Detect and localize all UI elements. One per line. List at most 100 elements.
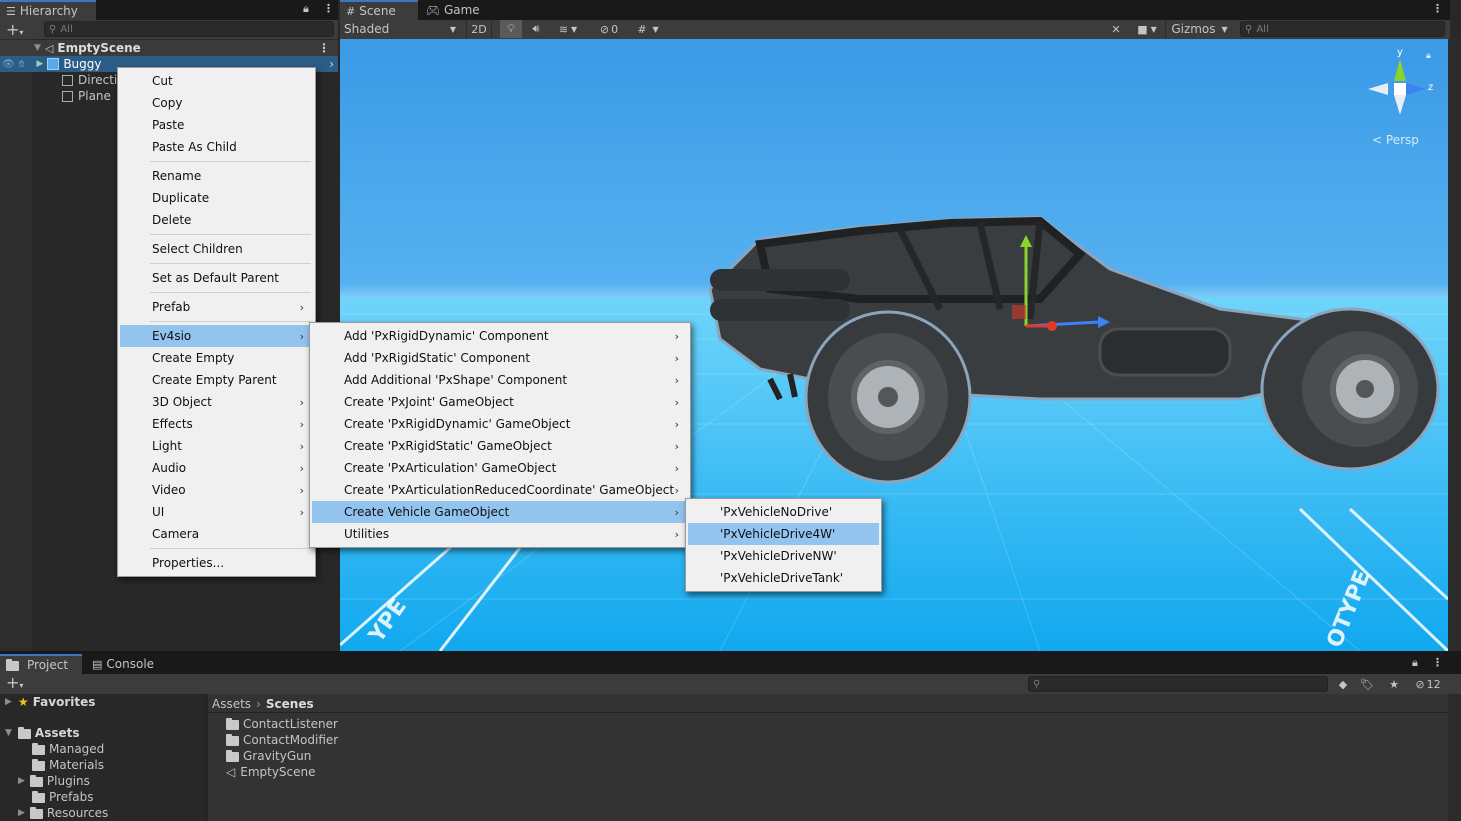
axis-gizmo-graphic bbox=[1368, 59, 1426, 115]
menu-item-create-empty[interactable]: Create Empty bbox=[120, 347, 313, 369]
file-item-contactlistener[interactable]: ContactListener bbox=[226, 716, 338, 732]
tab-hierarchy[interactable]: ☰ Hierarchy bbox=[0, 0, 96, 20]
gizmo-lock-icon[interactable]: 🔒︎ bbox=[1426, 51, 1431, 61]
file-item-emptyscene[interactable]: ◁ EmptyScene bbox=[226, 764, 316, 780]
scene-search-input[interactable]: ⚲ All bbox=[1240, 21, 1445, 37]
lock-icon[interactable]: 🔒︎ bbox=[1412, 657, 1418, 668]
hierarchy-search-input[interactable]: ⚲ All bbox=[44, 21, 334, 37]
menu-item-effects[interactable]: Effects › bbox=[120, 413, 313, 435]
expand-arrow-icon[interactable]: ▼ bbox=[34, 43, 41, 53]
lighting-toggle-button[interactable]: 💡︎ bbox=[500, 20, 522, 38]
breadcrumb-divider bbox=[208, 712, 1448, 713]
menu-item-set-default-parent[interactable]: Set as Default Parent bbox=[120, 267, 313, 289]
expand-arrow-icon[interactable]: ▶ bbox=[18, 808, 25, 818]
menu-item-create-pxrigidstatic[interactable]: Create 'PxRigidStatic' GameObject › bbox=[312, 435, 688, 457]
menu-item-add-pxshape-component[interactable]: Add Additional 'PxShape' Component › bbox=[312, 369, 688, 391]
menu-item-paste[interactable]: Paste bbox=[120, 114, 313, 136]
menu-item-cut[interactable]: Cut bbox=[120, 70, 313, 92]
grid-toggle-button[interactable]: # ▼ bbox=[628, 20, 668, 38]
menu-item-delete[interactable]: Delete bbox=[120, 209, 313, 231]
favorite-button[interactable]: ★ bbox=[1383, 675, 1405, 693]
open-prefab-arrow-icon[interactable]: › bbox=[329, 57, 334, 71]
tree-folder-resources[interactable]: ▶ Resources bbox=[18, 805, 108, 821]
menu-item-properties[interactable]: Properties... bbox=[120, 552, 313, 574]
pick-hand-icon[interactable]: ✋︎ bbox=[19, 59, 25, 70]
menu-item-utilities[interactable]: Utilities › bbox=[312, 523, 688, 545]
expand-arrow-icon[interactable]: ▶ bbox=[5, 697, 12, 707]
favorites-row[interactable]: ▶ ★ Favorites bbox=[0, 694, 95, 710]
kebab-menu-icon[interactable]: ⋮ bbox=[1432, 3, 1443, 14]
orientation-gizmo[interactable]: y z bbox=[1362, 47, 1438, 129]
menu-item-ev4sio[interactable]: Ev4sio › bbox=[120, 325, 313, 347]
effects-toggle-button[interactable]: ≋ ▼ bbox=[550, 20, 586, 38]
menu-item-create-pxarticulation-reduced[interactable]: Create 'PxArticulationReducedCoordinate'… bbox=[312, 479, 688, 501]
search-icon: ⚲ bbox=[49, 23, 57, 35]
projection-toggle[interactable]: < Persp bbox=[1372, 133, 1419, 147]
expand-arrow-icon[interactable]: ▶ bbox=[36, 59, 43, 69]
menu-item-video[interactable]: Video › bbox=[120, 479, 313, 501]
scene-scrollbar[interactable] bbox=[1448, 39, 1461, 651]
list-icon: ☰ bbox=[6, 4, 16, 18]
menu-item-pxvehicle-drivenw[interactable]: 'PxVehicleDriveNW' bbox=[688, 545, 879, 567]
file-item-label: ContactModifier bbox=[243, 733, 339, 747]
menu-item-pxvehicle-drivetank[interactable]: 'PxVehicleDriveTank' bbox=[688, 567, 879, 589]
menu-item-rename[interactable]: Rename bbox=[120, 165, 313, 187]
menu-item-pxvehicle-drive4w[interactable]: 'PxVehicleDrive4W' bbox=[688, 523, 879, 545]
camera-settings-button[interactable]: ■ ▼ bbox=[1130, 20, 1164, 38]
breadcrumb-scenes[interactable]: Scenes bbox=[266, 697, 314, 711]
tree-folder-materials[interactable]: Materials bbox=[32, 757, 104, 773]
visibility-eye-icon[interactable]: 👁︎ bbox=[2, 59, 15, 70]
menu-item-3d-object[interactable]: 3D Object › bbox=[120, 391, 313, 413]
menu-item-copy[interactable]: Copy bbox=[120, 92, 313, 114]
audio-toggle-button[interactable]: 🔊︎ bbox=[525, 20, 547, 38]
scene-menu-icon[interactable]: ⋮ bbox=[318, 41, 330, 55]
file-item-contactmodifier[interactable]: ContactModifier bbox=[226, 732, 338, 748]
tab-scene[interactable]: # Scene bbox=[340, 0, 418, 20]
menu-item-add-pxrigidstatic-component[interactable]: Add 'PxRigidStatic' Component › bbox=[312, 347, 688, 369]
tab-game[interactable]: 🎮︎ Game bbox=[420, 0, 480, 20]
tree-folder-plugins[interactable]: ▶ Plugins bbox=[18, 773, 90, 789]
kebab-menu-icon[interactable]: ⋮ bbox=[1432, 657, 1443, 668]
shading-mode-dropdown[interactable]: Shaded ▼ bbox=[340, 20, 462, 38]
expand-arrow-icon[interactable]: ▶ bbox=[18, 776, 25, 786]
file-item-gravitygun[interactable]: GravityGun bbox=[226, 748, 311, 764]
chevron-right-icon: › bbox=[674, 330, 679, 343]
filter-type-button[interactable]: ◆ bbox=[1332, 675, 1354, 693]
toggle-2d-button[interactable]: 2D bbox=[466, 20, 492, 38]
menu-item-audio[interactable]: Audio › bbox=[120, 457, 313, 479]
menu-item-add-pxrigiddynamic-component[interactable]: Add 'PxRigidDynamic' Component › bbox=[312, 325, 688, 347]
menu-item-create-pxjoint[interactable]: Create 'PxJoint' GameObject › bbox=[312, 391, 688, 413]
scene-root-row[interactable]: ▼ ◁ EmptyScene ⋮ bbox=[0, 40, 338, 56]
create-asset-button[interactable]: +▾ bbox=[6, 673, 23, 692]
menu-item-prefab[interactable]: Prefab › bbox=[120, 296, 313, 318]
menu-item-light[interactable]: Light › bbox=[120, 435, 313, 457]
tree-folder-prefabs[interactable]: Prefabs bbox=[32, 789, 94, 805]
hidden-objects-button[interactable]: ⊘ 0 bbox=[594, 20, 624, 38]
menu-item-create-vehicle[interactable]: Create Vehicle GameObject › bbox=[312, 501, 688, 523]
chevron-down-icon: ▼ bbox=[1221, 24, 1228, 34]
project-search-input[interactable]: ⚲ bbox=[1028, 676, 1328, 692]
tab-project[interactable]: Project bbox=[0, 654, 82, 674]
project-scrollbar[interactable] bbox=[1448, 694, 1461, 821]
menu-item-camera[interactable]: Camera bbox=[120, 523, 313, 545]
add-dropdown-button[interactable]: +▾ bbox=[6, 20, 23, 39]
menu-item-create-pxrigiddynamic[interactable]: Create 'PxRigidDynamic' GameObject › bbox=[312, 413, 688, 435]
kebab-menu-icon[interactable]: ⋮ bbox=[323, 3, 334, 14]
menu-item-select-children[interactable]: Select Children bbox=[120, 238, 313, 260]
menu-item-create-empty-parent[interactable]: Create Empty Parent bbox=[120, 369, 313, 391]
menu-item-ui[interactable]: UI › bbox=[120, 501, 313, 523]
hidden-packages-button[interactable]: ⊘ 12 bbox=[1410, 675, 1446, 693]
filter-label-button[interactable]: 🏷︎ bbox=[1356, 675, 1378, 693]
menu-item-duplicate[interactable]: Duplicate bbox=[120, 187, 313, 209]
expand-arrow-icon[interactable]: ▼ bbox=[5, 728, 12, 738]
menu-item-pxvehicle-nodrive[interactable]: 'PxVehicleNoDrive' bbox=[688, 501, 879, 523]
menu-item-create-pxarticulation[interactable]: Create 'PxArticulation' GameObject › bbox=[312, 457, 688, 479]
tree-folder-managed[interactable]: Managed bbox=[32, 741, 104, 757]
tab-console[interactable]: ▤ Console bbox=[86, 654, 166, 674]
assets-root-row[interactable]: ▼ Assets bbox=[0, 725, 80, 741]
breadcrumb-assets[interactable]: Assets bbox=[212, 697, 251, 711]
menu-item-paste-as-child[interactable]: Paste As Child bbox=[120, 136, 313, 158]
gizmos-dropdown[interactable]: Gizmos ▼ bbox=[1165, 20, 1233, 38]
lock-icon[interactable]: 🔒︎ bbox=[303, 3, 309, 14]
tools-button[interactable]: ✕ bbox=[1104, 20, 1128, 38]
